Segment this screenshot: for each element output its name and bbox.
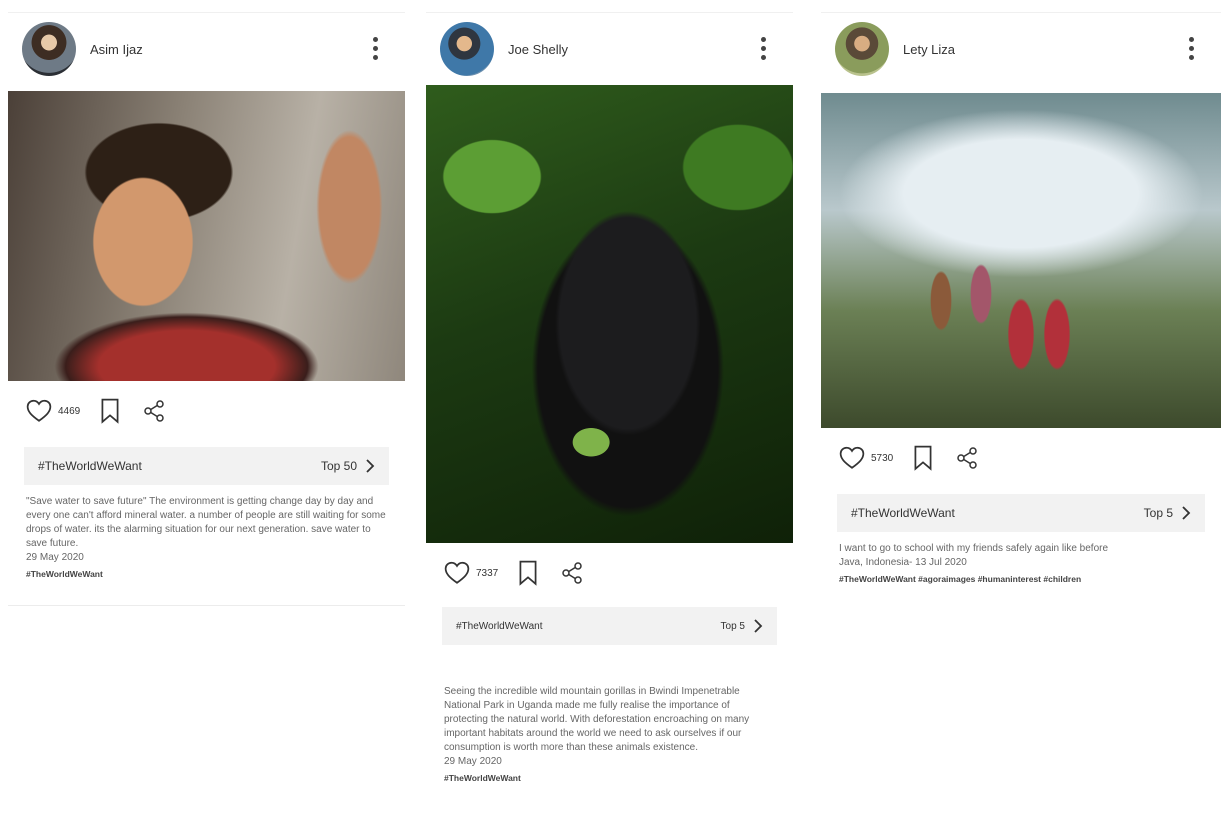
post-hashtags[interactable]: #TheWorldWeWant #agoraimages #humaninter… <box>839 574 1203 584</box>
more-vertical-icon[interactable] <box>363 31 387 67</box>
post-caption: "Save water to save future" The environm… <box>26 496 386 549</box>
share-icon[interactable] <box>955 446 979 470</box>
avatar[interactable] <box>835 22 889 76</box>
post-caption: I want to go to school with my friends s… <box>839 543 1109 554</box>
post-hashtags[interactable]: #TheWorldWeWant <box>444 773 775 783</box>
more-vertical-icon[interactable] <box>751 31 775 67</box>
more-vertical-icon[interactable] <box>1179 31 1203 67</box>
username[interactable]: Asim Ijaz <box>90 42 363 57</box>
post-actions: 7337 <box>426 543 793 603</box>
avatar[interactable] <box>22 22 76 76</box>
post-header: Asim Ijaz <box>8 12 405 85</box>
post-photo[interactable] <box>821 93 1221 428</box>
post-photo[interactable] <box>426 85 793 543</box>
post-caption: Seeing the incredible wild mountain gori… <box>444 686 750 753</box>
post-photo[interactable] <box>8 91 405 381</box>
like-count: 7337 <box>476 567 499 579</box>
chevron-right-icon[interactable] <box>1181 506 1191 520</box>
rank: Top 5 <box>1144 506 1191 520</box>
username[interactable]: Lety Liza <box>903 42 1179 57</box>
like-count: 5730 <box>871 452 894 464</box>
post-actions: 4469 <box>8 381 405 441</box>
post-card-lety: Lety Liza 5730 #TheWorldWeWant Top 5 I w… <box>821 12 1221 584</box>
post-header: Joe Shelly <box>426 12 793 85</box>
post-date: 29 May 2020 <box>444 756 502 767</box>
heart-icon[interactable] <box>839 446 865 470</box>
bookmark-icon[interactable] <box>913 445 933 471</box>
post-card-joe: Joe Shelly 7337 #TheWorldWeWant Top 5 Se… <box>426 12 793 783</box>
avatar[interactable] <box>440 22 494 76</box>
post-header: Lety Liza <box>821 12 1221 85</box>
bookmark-icon[interactable] <box>518 560 538 586</box>
rank-label: Top 5 <box>1143 506 1173 520</box>
post-date: 29 May 2020 <box>26 552 84 563</box>
chevron-right-icon[interactable] <box>753 619 763 633</box>
share-icon[interactable] <box>560 561 584 585</box>
rank-label: Top 50 <box>320 459 357 473</box>
challenge-tag: #TheWorldWeWant <box>456 620 543 632</box>
challenge-bar[interactable]: #TheWorldWeWant Top 5 <box>837 494 1205 532</box>
challenge-bar[interactable]: #TheWorldWeWant Top 5 <box>442 607 777 645</box>
challenge-bar[interactable]: #TheWorldWeWant Top 50 <box>24 447 389 485</box>
heart-icon[interactable] <box>444 561 470 585</box>
chevron-right-icon[interactable] <box>365 459 375 473</box>
like-count: 4469 <box>58 405 81 417</box>
divider <box>8 605 405 606</box>
rank-label: Top 5 <box>720 620 745 632</box>
challenge-tag: #TheWorldWeWant <box>38 459 142 473</box>
post-hashtags[interactable]: #TheWorldWeWant <box>26 569 387 579</box>
challenge-tag: #TheWorldWeWant <box>851 506 955 520</box>
username[interactable]: Joe Shelly <box>508 42 751 57</box>
rank: Top 50 <box>321 459 375 473</box>
rank: Top 5 <box>721 619 763 633</box>
post-card-asim: Asim Ijaz 4469 #TheWorldWeWant Top 50 "S… <box>8 12 405 606</box>
post-actions: 5730 <box>821 428 1221 488</box>
post-date: Java, Indonesia- 13 Jul 2020 <box>839 557 967 568</box>
heart-icon[interactable] <box>26 399 52 423</box>
share-icon[interactable] <box>142 399 166 423</box>
bookmark-icon[interactable] <box>100 398 120 424</box>
